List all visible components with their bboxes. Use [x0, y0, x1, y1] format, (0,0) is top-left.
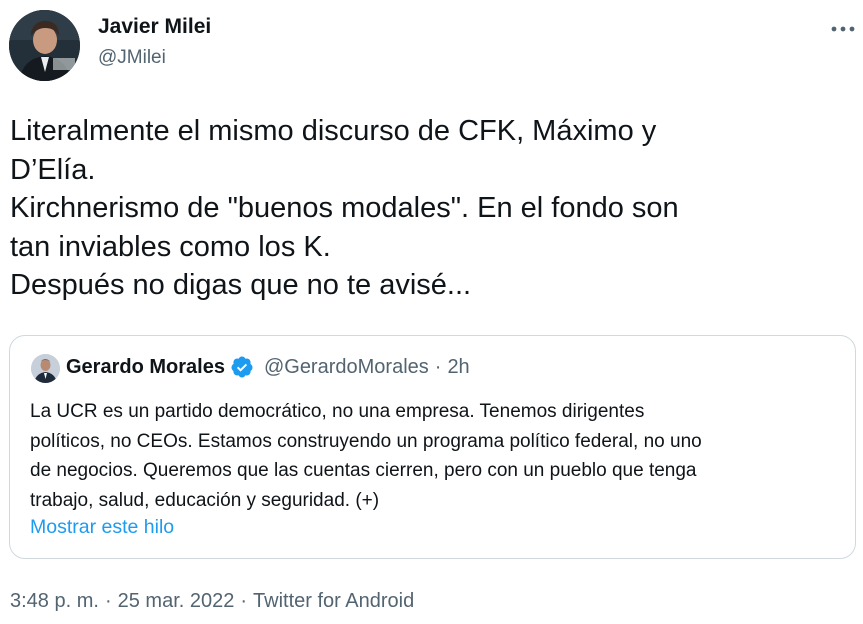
author-handle[interactable]: @JMilei [98, 47, 166, 69]
author-avatar[interactable] [9, 10, 80, 81]
author-name[interactable]: Javier Milei [98, 15, 211, 39]
more-options-icon [831, 26, 855, 32]
show-thread-link[interactable]: Mostrar este hilo [30, 516, 174, 539]
quoted-text-line: políticos, no CEOs. Estamos construyendo… [30, 430, 702, 452]
more-options-button[interactable] [826, 16, 860, 42]
tweet-text-line: tan inviables como los K. [10, 230, 331, 263]
tweet-text-line: Kirchnerismo de "buenos modales". En el … [10, 192, 679, 224]
quoted-text-line: trabajo, salud, educación y seguridad. (… [30, 489, 380, 511]
quoted-author-avatar[interactable] [31, 354, 60, 383]
quoted-profile-photo-icon [31, 354, 60, 383]
profile-photo-icon [9, 10, 80, 81]
verified-badge-icon [231, 356, 253, 378]
quoted-text-line: La UCR es un partido democrático, no una… [30, 401, 645, 422]
quoted-text: La UCR es un partido democrático, no una… [30, 397, 845, 515]
quoted-author-name[interactable]: Gerardo Morales [66, 356, 225, 379]
quoted-separator: · [434, 355, 442, 378]
meta-separator: · [104, 590, 112, 612]
quoted-timestamp[interactable]: 2h [447, 356, 469, 379]
tweet-metadata: 3:48 p. m. · 25 mar. 2022 · Twitter for Andr… [10, 590, 414, 613]
tweet-text-line: Después no digas que no te avisé... [10, 269, 472, 301]
tweet-date[interactable]: 25 mar. 2022 [118, 590, 235, 612]
quoted-text-line: de negocios. Queremos que las cuentas ci… [30, 460, 697, 481]
quoted-header: Gerardo Morales @GerardoMorales · 2h [66, 355, 470, 379]
tweet-source[interactable]: Twitter for Android [253, 590, 414, 612]
quoted-author-handle[interactable]: @GerardoMorales [264, 356, 429, 379]
tweet-text-line: Literalmente el mismo discurso de CFK, M… [10, 115, 657, 147]
tweet-text: Literalmente el mismo discurso de CFK, M… [10, 112, 850, 305]
meta-separator: · [240, 590, 248, 612]
tweet-time[interactable]: 3:48 p. m. [10, 590, 99, 612]
tweet: Javier Milei @JMilei Literalmente el mis… [0, 0, 863, 624]
quoted-tweet[interactable]: Gerardo Morales @GerardoMorales · 2h La … [9, 335, 856, 559]
tweet-text-line: D’Elía. [10, 153, 96, 186]
